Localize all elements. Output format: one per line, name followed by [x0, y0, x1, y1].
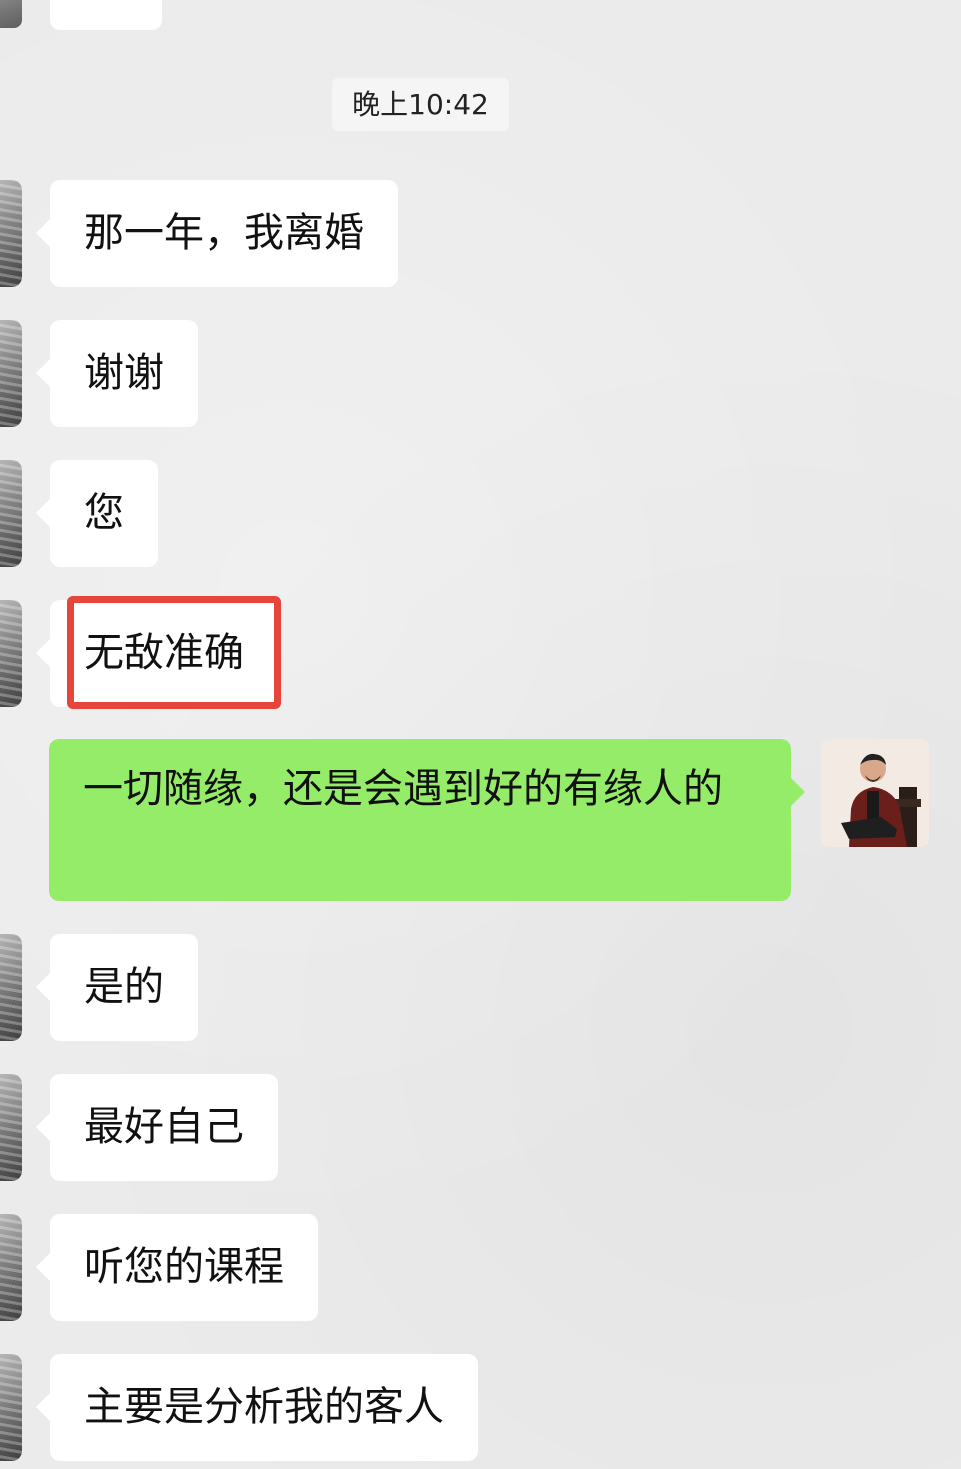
incoming-message-bubble[interactable]: 是的 — [36, 934, 198, 1041]
contact-avatar-partial[interactable] — [0, 0, 22, 28]
contact-avatar-icon[interactable] — [0, 1354, 22, 1461]
message-row: 最好自己 — [0, 1074, 961, 1181]
previous-message-partial — [0, 0, 961, 30]
incoming-message-bubble[interactable]: 谢谢 — [36, 320, 198, 427]
incoming-message-bubble[interactable]: 主要是分析我的客人 — [36, 1354, 478, 1461]
message-row: 那一年，我离婚 — [0, 180, 961, 287]
message-row: 主要是分析我的客人 — [0, 1354, 961, 1461]
incoming-message-bubble[interactable]: 无敌准确 — [36, 600, 278, 707]
message-bubble-partial[interactable] — [50, 0, 162, 30]
outgoing-message-bubble[interactable]: 一切随缘，还是会遇到好的有缘人的 — [49, 739, 805, 901]
incoming-message-bubble[interactable]: 那一年，我离婚 — [36, 180, 398, 287]
contact-avatar-icon[interactable] — [0, 600, 22, 707]
contact-avatar-icon[interactable] — [0, 180, 22, 287]
contact-avatar-icon[interactable] — [0, 460, 22, 567]
user-avatar-icon[interactable] — [821, 739, 929, 847]
incoming-message-bubble[interactable]: 您 — [36, 460, 158, 567]
user-avatar-portrait — [821, 739, 929, 847]
message-timestamp: 晚上10:42 — [332, 78, 509, 131]
incoming-message-bubble[interactable]: 最好自己 — [36, 1074, 278, 1181]
contact-avatar-icon[interactable] — [0, 1214, 22, 1321]
message-row: 谢谢 — [0, 320, 961, 427]
message-row: 是的 — [0, 934, 961, 1041]
message-row: 听您的课程 — [0, 1214, 961, 1321]
chat-area[interactable]: 晚上10:42 那一年，我离婚 谢谢 您 无敌准确 一切随缘，还是会遇到好的有缘… — [0, 0, 961, 1469]
incoming-message-bubble[interactable]: 听您的课程 — [36, 1214, 318, 1321]
contact-avatar-icon[interactable] — [0, 320, 22, 427]
contact-avatar-icon[interactable] — [0, 1074, 22, 1181]
message-row: 一切随缘，还是会遇到好的有缘人的 — [0, 739, 961, 901]
contact-avatar-icon[interactable] — [0, 934, 22, 1041]
message-row: 您 — [0, 460, 961, 567]
message-row: 无敌准确 — [0, 600, 961, 707]
